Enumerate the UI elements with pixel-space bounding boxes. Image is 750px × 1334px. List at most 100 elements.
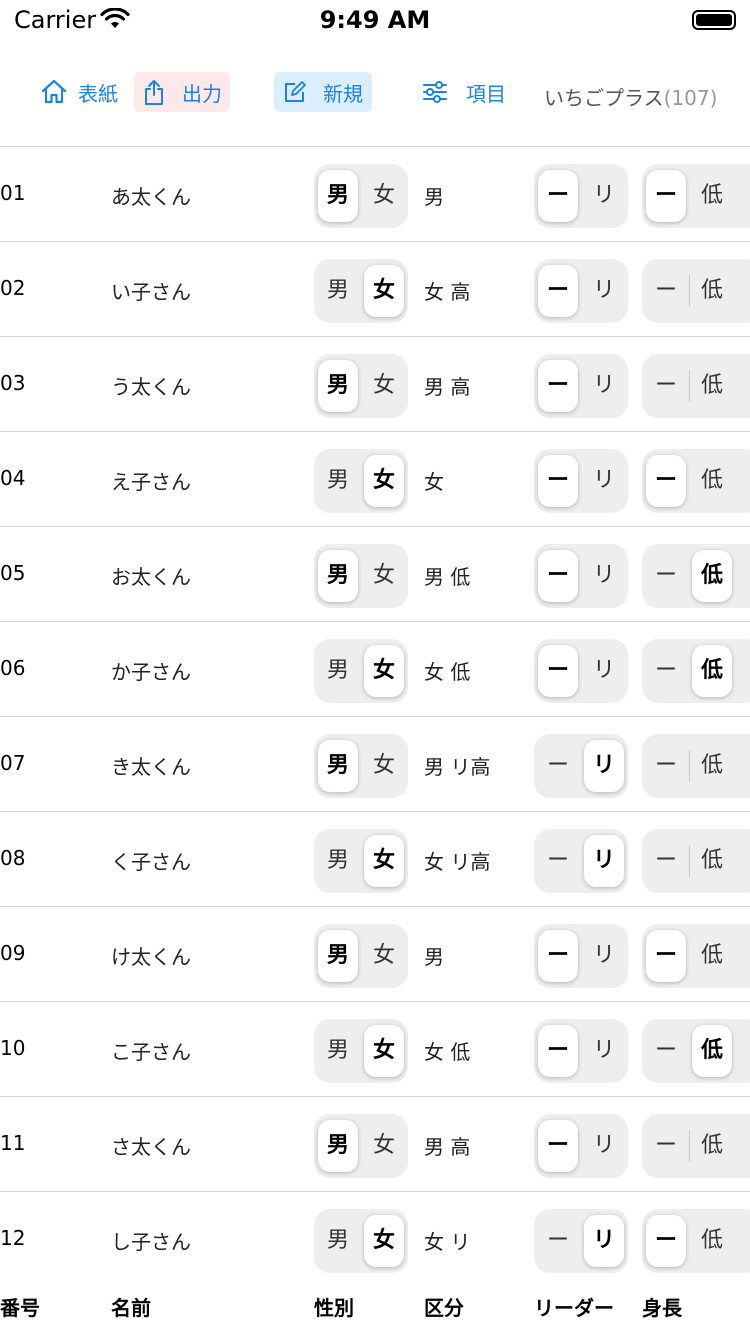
sex-segment-option-2[interactable]: 女 [364,740,404,792]
leader-segment[interactable]: ーリ [534,544,628,608]
sex-segment-option-1[interactable]: 男 [318,455,358,507]
height-segment-option-1[interactable]: ー [646,360,686,412]
leader-segment-option-1[interactable]: ー [538,835,578,887]
height-segment[interactable]: ー低 [642,544,750,608]
leader-segment-option-2[interactable]: リ [584,360,624,412]
height-segment-option-2[interactable]: 低 [692,170,732,222]
sex-segment[interactable]: 男女 [314,924,408,988]
leader-segment[interactable]: ーリ [534,1114,628,1178]
sex-segment-option-2[interactable]: 女 [364,645,404,697]
height-segment[interactable]: ー低 [642,354,750,418]
height-segment-option-1[interactable]: ー [646,455,686,507]
height-segment-option-2[interactable]: 低 [692,740,732,792]
new-button[interactable]: 新規 [274,72,372,112]
height-segment-option-2[interactable]: 低 [692,550,732,602]
sex-segment[interactable]: 男女 [314,449,408,513]
sex-segment-option-1[interactable]: 男 [318,265,358,317]
sex-segment[interactable]: 男女 [314,1114,408,1178]
leader-segment-option-2[interactable]: リ [584,265,624,317]
sex-segment-option-1[interactable]: 男 [318,740,358,792]
height-segment[interactable]: ー低 [642,924,750,988]
sex-segment[interactable]: 男女 [314,639,408,703]
leader-segment[interactable]: ーリ [534,639,628,703]
leader-segment-option-1[interactable]: ー [538,170,578,222]
height-segment[interactable]: ー低 [642,1209,750,1273]
leader-segment-option-2[interactable]: リ [584,1025,624,1077]
leader-segment-option-1[interactable]: ー [538,550,578,602]
sex-segment-option-1[interactable]: 男 [318,835,358,887]
sex-segment-option-2[interactable]: 女 [364,170,404,222]
leader-segment-option-1[interactable]: ー [538,645,578,697]
sex-segment-option-2[interactable]: 女 [364,930,404,982]
sex-segment-option-1[interactable]: 男 [318,1120,358,1172]
height-segment[interactable]: ー低 [642,829,750,893]
height-segment[interactable]: ー低 [642,639,750,703]
height-segment[interactable]: ー低 [642,734,750,798]
leader-segment-option-1[interactable]: ー [538,265,578,317]
sex-segment[interactable]: 男女 [314,1019,408,1083]
leader-segment-option-2[interactable]: リ [584,455,624,507]
height-segment-option-2[interactable]: 低 [692,930,732,982]
sex-segment[interactable]: 男女 [314,259,408,323]
height-segment-option-1[interactable]: ー [646,930,686,982]
sex-segment-option-2[interactable]: 女 [364,360,404,412]
sex-segment[interactable]: 男女 [314,164,408,228]
height-segment-option-2[interactable]: 低 [692,835,732,887]
height-segment-option-1[interactable]: ー [646,265,686,317]
height-segment[interactable]: ー低 [642,164,750,228]
leader-segment[interactable]: ーリ [534,449,628,513]
leader-segment-option-2[interactable]: リ [584,170,624,222]
leader-segment-option-1[interactable]: ー [538,455,578,507]
height-segment[interactable]: ー低 [642,1019,750,1083]
leader-segment-option-2[interactable]: リ [584,550,624,602]
sex-segment-option-2[interactable]: 女 [364,835,404,887]
height-segment-option-2[interactable]: 低 [692,455,732,507]
sex-segment[interactable]: 男女 [314,1209,408,1273]
table-row[interactable]: 08 く子さん男女女 リ高ーリー低 [0,811,750,906]
leader-segment[interactable]: ーリ [534,164,628,228]
sex-segment[interactable]: 男女 [314,354,408,418]
height-segment[interactable]: ー低 [642,1114,750,1178]
leader-segment[interactable]: ーリ [534,1019,628,1083]
leader-segment[interactable]: ーリ [534,354,628,418]
height-segment-option-1[interactable]: ー [646,1025,686,1077]
height-segment-option-2[interactable]: 低 [692,1215,732,1267]
items-button[interactable]: 項目 [422,72,506,112]
leader-segment[interactable]: ーリ [534,924,628,988]
table-row[interactable]: 02 い子さん男女女 高ーリー低 [0,241,750,336]
height-segment-option-2[interactable]: 低 [692,645,732,697]
leader-segment-option-1[interactable]: ー [538,360,578,412]
height-segment-option-1[interactable]: ー [646,550,686,602]
sex-segment-option-2[interactable]: 女 [364,265,404,317]
leader-segment-option-2[interactable]: リ [584,835,624,887]
sex-segment[interactable]: 男女 [314,734,408,798]
height-segment-option-2[interactable]: 低 [692,1025,732,1077]
table-row[interactable]: 11 さ太くん男女男 高ーリー低 [0,1096,750,1191]
leader-segment-option-1[interactable]: ー [538,1025,578,1077]
sex-segment-option-1[interactable]: 男 [318,1215,358,1267]
leader-segment-option-2[interactable]: リ [584,1120,624,1172]
table-row[interactable]: 01 あ太くん男女男ーリー低 [0,146,750,241]
leader-segment-option-1[interactable]: ー [538,740,578,792]
height-segment-option-1[interactable]: ー [646,835,686,887]
table-row[interactable]: 05 お太くん男女男 低ーリー低 [0,526,750,621]
sex-segment-option-2[interactable]: 女 [364,455,404,507]
sex-segment[interactable]: 男女 [314,544,408,608]
table-row[interactable]: 03 う太くん男女男 高ーリー低 [0,336,750,431]
sex-segment-option-1[interactable]: 男 [318,1025,358,1077]
cover-button[interactable]: 表紙 [40,72,118,112]
height-segment-option-1[interactable]: ー [646,645,686,697]
height-segment-option-1[interactable]: ー [646,1120,686,1172]
height-segment-option-1[interactable]: ー [646,740,686,792]
sex-segment-option-2[interactable]: 女 [364,1215,404,1267]
sex-segment-option-1[interactable]: 男 [318,170,358,222]
table-row[interactable]: 09 け太くん男女男ーリー低 [0,906,750,1001]
height-segment-option-2[interactable]: 低 [692,360,732,412]
height-segment-option-2[interactable]: 低 [692,265,732,317]
sex-segment-option-2[interactable]: 女 [364,1120,404,1172]
height-segment-option-2[interactable]: 低 [692,1120,732,1172]
sex-segment-option-2[interactable]: 女 [364,550,404,602]
sex-segment-option-2[interactable]: 女 [364,1025,404,1077]
leader-segment-option-2[interactable]: リ [584,930,624,982]
height-segment[interactable]: ー低 [642,449,750,513]
